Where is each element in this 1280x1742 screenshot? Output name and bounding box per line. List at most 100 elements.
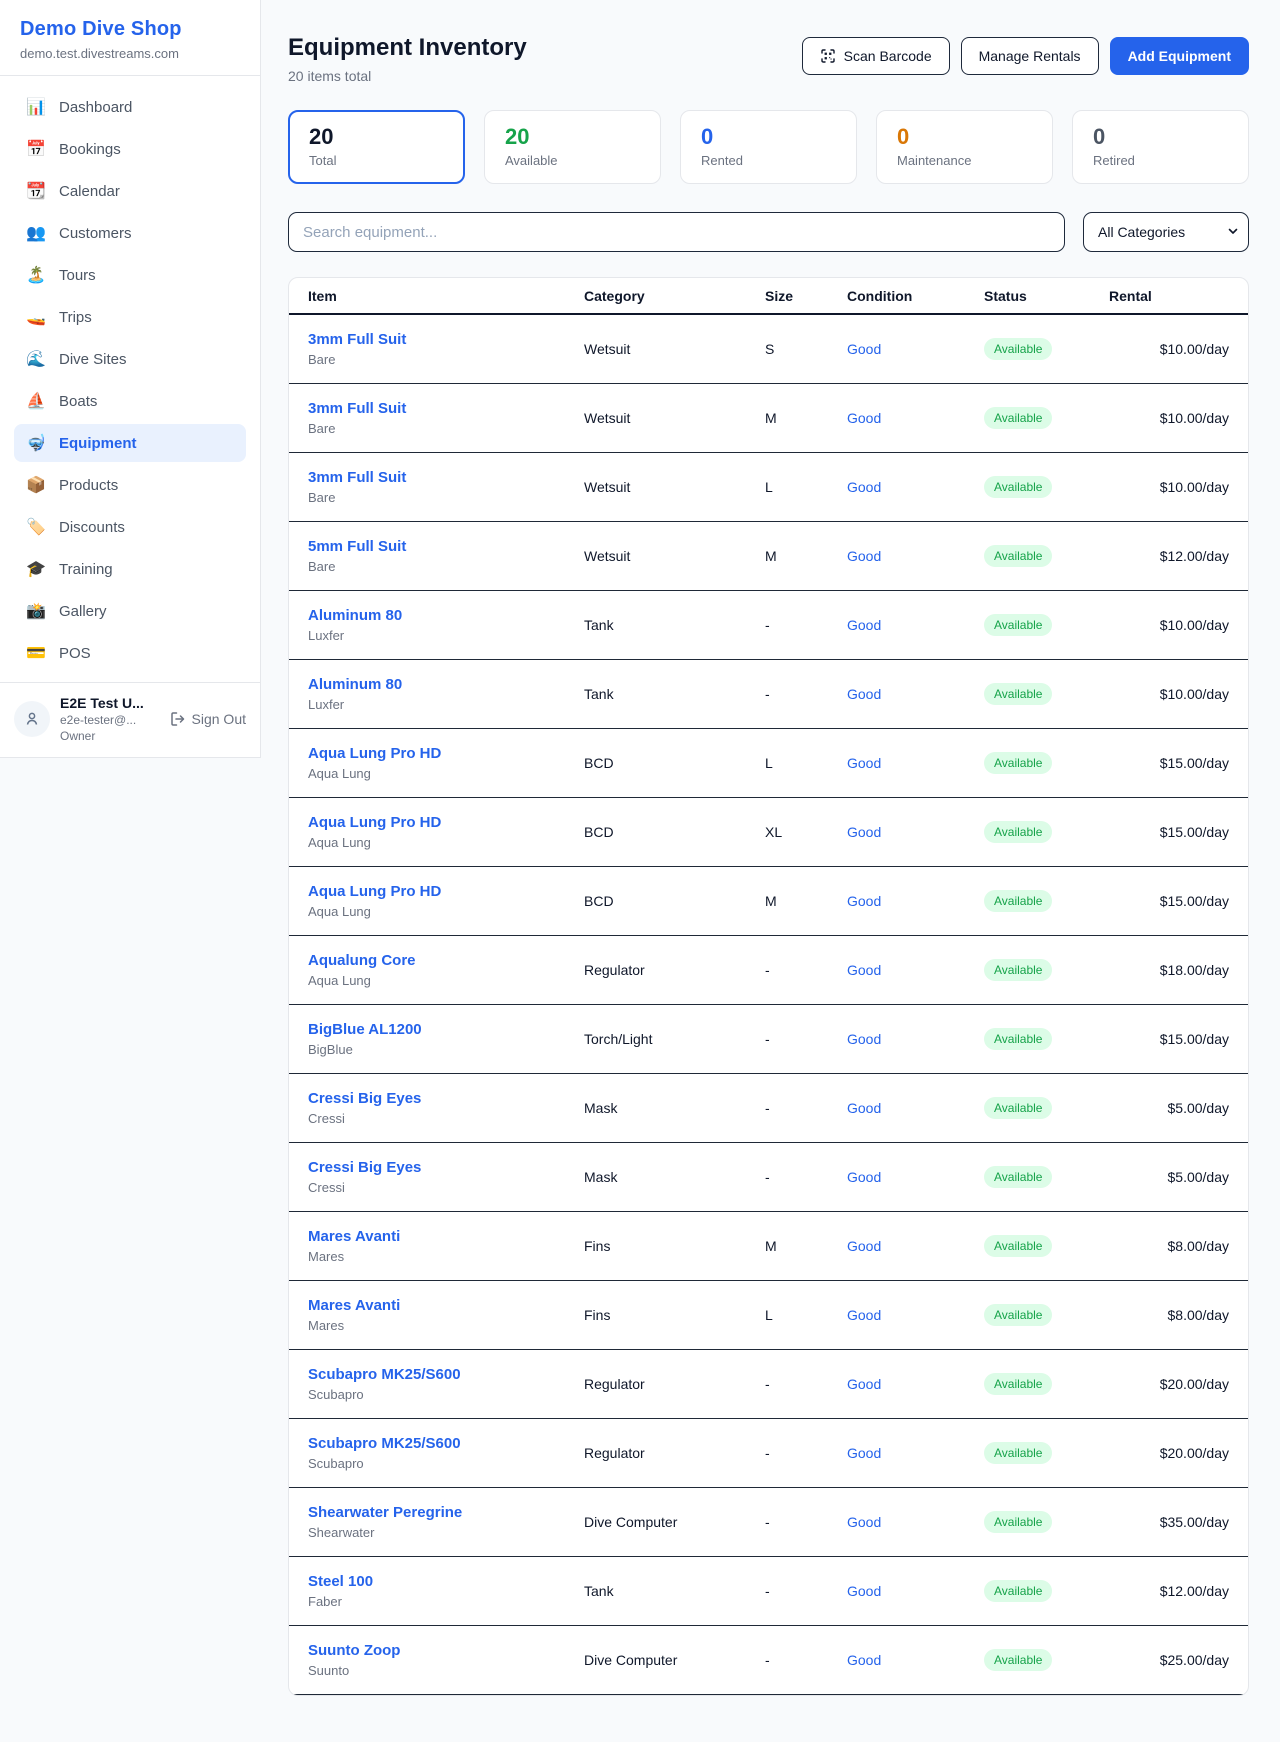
sidebar-item-trips[interactable]: 🚤 Trips bbox=[14, 298, 246, 336]
sidebar-item-products[interactable]: 📦 Products bbox=[14, 466, 246, 504]
table-row[interactable]: Aqua Lung Pro HD Aqua Lung BCD L Good Av… bbox=[289, 729, 1248, 798]
item-cell: Steel 100 Faber bbox=[308, 1573, 584, 1609]
condition-link[interactable]: Good bbox=[847, 1652, 984, 1668]
table-row[interactable]: 3mm Full Suit Bare Wetsuit M Good Availa… bbox=[289, 384, 1248, 453]
sidebar-item-discounts[interactable]: 🏷️ Discounts bbox=[14, 508, 246, 546]
sidebar-item-dive-sites[interactable]: 🌊 Dive Sites bbox=[14, 340, 246, 378]
sidebar-item-customers[interactable]: 👥 Customers bbox=[14, 214, 246, 252]
table-row[interactable]: Cressi Big Eyes Cressi Mask - Good Avail… bbox=[289, 1074, 1248, 1143]
table-row[interactable]: Shearwater Peregrine Shearwater Dive Com… bbox=[289, 1488, 1248, 1557]
item-name-link[interactable]: Aqua Lung Pro HD bbox=[308, 745, 584, 762]
nav-label: Dashboard bbox=[59, 99, 132, 116]
condition-link[interactable]: Good bbox=[847, 962, 984, 978]
condition-link[interactable]: Good bbox=[847, 824, 984, 840]
condition-link[interactable]: Good bbox=[847, 1514, 984, 1530]
condition-link[interactable]: Good bbox=[847, 755, 984, 771]
condition-link[interactable]: Good bbox=[847, 1169, 984, 1185]
item-name-link[interactable]: 3mm Full Suit bbox=[308, 331, 584, 348]
condition-link[interactable]: Good bbox=[847, 686, 984, 702]
condition-link[interactable]: Good bbox=[847, 410, 984, 426]
table-row[interactable]: Aluminum 80 Luxfer Tank - Good Available… bbox=[289, 591, 1248, 660]
item-name-link[interactable]: Aqua Lung Pro HD bbox=[308, 883, 584, 900]
scan-barcode-button[interactable]: Scan Barcode bbox=[802, 37, 950, 75]
manage-rentals-button[interactable]: Manage Rentals bbox=[961, 37, 1099, 75]
column-header-item: Item bbox=[308, 278, 584, 313]
sidebar-item-bookings[interactable]: 📅 Bookings bbox=[14, 130, 246, 168]
item-name-link[interactable]: Aqualung Core bbox=[308, 952, 584, 969]
condition-link[interactable]: Good bbox=[847, 1583, 984, 1599]
item-name-link[interactable]: Suunto Zoop bbox=[308, 1642, 584, 1659]
item-name-link[interactable]: 3mm Full Suit bbox=[308, 400, 584, 417]
condition-link[interactable]: Good bbox=[847, 1376, 984, 1392]
condition-link[interactable]: Good bbox=[847, 1031, 984, 1047]
item-brand: Bare bbox=[308, 421, 584, 436]
status-badge: Available bbox=[984, 614, 1052, 636]
condition-link[interactable]: Good bbox=[847, 479, 984, 495]
stat-card-retired[interactable]: 0 Retired bbox=[1072, 110, 1249, 184]
table-row[interactable]: Mares Avanti Mares Fins M Good Available… bbox=[289, 1212, 1248, 1281]
table-row[interactable]: Aluminum 80 Luxfer Tank - Good Available… bbox=[289, 660, 1248, 729]
table-row[interactable]: Steel 100 Faber Tank - Good Available $1… bbox=[289, 1557, 1248, 1626]
table-row[interactable]: Suunto Zoop Suunto Dive Computer - Good … bbox=[289, 1626, 1248, 1695]
item-name-link[interactable]: Cressi Big Eyes bbox=[308, 1090, 584, 1107]
sidebar-item-pos[interactable]: 💳 POS bbox=[14, 634, 246, 672]
sidebar-item-training[interactable]: 🎓 Training bbox=[14, 550, 246, 588]
condition-link[interactable]: Good bbox=[847, 1100, 984, 1116]
stat-card-available[interactable]: 20 Available bbox=[484, 110, 661, 184]
rental-price: $10.00/day bbox=[1109, 341, 1229, 357]
stat-card-rented[interactable]: 0 Rented bbox=[680, 110, 857, 184]
condition-link[interactable]: Good bbox=[847, 893, 984, 909]
item-name-link[interactable]: 5mm Full Suit bbox=[308, 538, 584, 555]
condition-link[interactable]: Good bbox=[847, 1238, 984, 1254]
item-name-link[interactable]: Steel 100 bbox=[308, 1573, 584, 1590]
table-row[interactable]: 3mm Full Suit Bare Wetsuit L Good Availa… bbox=[289, 453, 1248, 522]
condition-link[interactable]: Good bbox=[847, 341, 984, 357]
condition-link[interactable]: Good bbox=[847, 617, 984, 633]
stat-card-maintenance[interactable]: 0 Maintenance bbox=[876, 110, 1053, 184]
condition-link[interactable]: Good bbox=[847, 1307, 984, 1323]
size-cell: - bbox=[765, 686, 847, 702]
stat-label: Rented bbox=[701, 153, 836, 168]
status-badge: Available bbox=[984, 1166, 1052, 1188]
status-cell: Available bbox=[984, 1166, 1109, 1188]
item-name-link[interactable]: Aqua Lung Pro HD bbox=[308, 814, 584, 831]
table-row[interactable]: 3mm Full Suit Bare Wetsuit S Good Availa… bbox=[289, 315, 1248, 384]
item-name-link[interactable]: Shearwater Peregrine bbox=[308, 1504, 584, 1521]
category-select[interactable]: All Categories bbox=[1083, 212, 1249, 252]
table-row[interactable]: Scubapro MK25/S600 Scubapro Regulator - … bbox=[289, 1350, 1248, 1419]
item-name-link[interactable]: Aluminum 80 bbox=[308, 676, 584, 693]
category-cell: Dive Computer bbox=[584, 1514, 765, 1530]
item-name-link[interactable]: Mares Avanti bbox=[308, 1297, 584, 1314]
stat-card-total[interactable]: 20 Total bbox=[288, 110, 465, 184]
item-name-link[interactable]: Scubapro MK25/S600 bbox=[308, 1366, 584, 1383]
table-row[interactable]: Mares Avanti Mares Fins L Good Available… bbox=[289, 1281, 1248, 1350]
table-row[interactable]: Scubapro MK25/S600 Scubapro Regulator - … bbox=[289, 1419, 1248, 1488]
category-cell: BCD bbox=[584, 824, 765, 840]
item-name-link[interactable]: Cressi Big Eyes bbox=[308, 1159, 584, 1176]
table-row[interactable]: 5mm Full Suit Bare Wetsuit M Good Availa… bbox=[289, 522, 1248, 591]
sign-out-button[interactable]: Sign Out bbox=[170, 711, 246, 727]
condition-link[interactable]: Good bbox=[847, 1445, 984, 1461]
table-row[interactable]: BigBlue AL1200 BigBlue Torch/Light - Goo… bbox=[289, 1005, 1248, 1074]
table-row[interactable]: Aqua Lung Pro HD Aqua Lung BCD M Good Av… bbox=[289, 867, 1248, 936]
sidebar-item-boats[interactable]: ⛵ Boats bbox=[14, 382, 246, 420]
table-row[interactable]: Cressi Big Eyes Cressi Mask - Good Avail… bbox=[289, 1143, 1248, 1212]
item-name-link[interactable]: 3mm Full Suit bbox=[308, 469, 584, 486]
condition-link[interactable]: Good bbox=[847, 548, 984, 564]
equipment-table: Item Category Size Condition Status Rent… bbox=[288, 277, 1249, 1696]
item-name-link[interactable]: BigBlue AL1200 bbox=[308, 1021, 584, 1038]
sidebar-item-dashboard[interactable]: 📊 Dashboard bbox=[14, 88, 246, 126]
item-name-link[interactable]: Mares Avanti bbox=[308, 1228, 584, 1245]
search-input[interactable] bbox=[288, 212, 1065, 252]
add-equipment-button[interactable]: Add Equipment bbox=[1110, 37, 1249, 75]
table-row[interactable]: Aqualung Core Aqua Lung Regulator - Good… bbox=[289, 936, 1248, 1005]
rental-price: $5.00/day bbox=[1109, 1100, 1229, 1116]
sidebar-item-tours[interactable]: 🏝️ Tours bbox=[14, 256, 246, 294]
item-name-link[interactable]: Scubapro MK25/S600 bbox=[308, 1435, 584, 1452]
sidebar-item-calendar[interactable]: 📆 Calendar bbox=[14, 172, 246, 210]
status-cell: Available bbox=[984, 407, 1109, 429]
item-name-link[interactable]: Aluminum 80 bbox=[308, 607, 584, 624]
sidebar-item-equipment[interactable]: 🤿 Equipment bbox=[14, 424, 246, 462]
table-row[interactable]: Aqua Lung Pro HD Aqua Lung BCD XL Good A… bbox=[289, 798, 1248, 867]
sidebar-item-gallery[interactable]: 📸 Gallery bbox=[14, 592, 246, 630]
